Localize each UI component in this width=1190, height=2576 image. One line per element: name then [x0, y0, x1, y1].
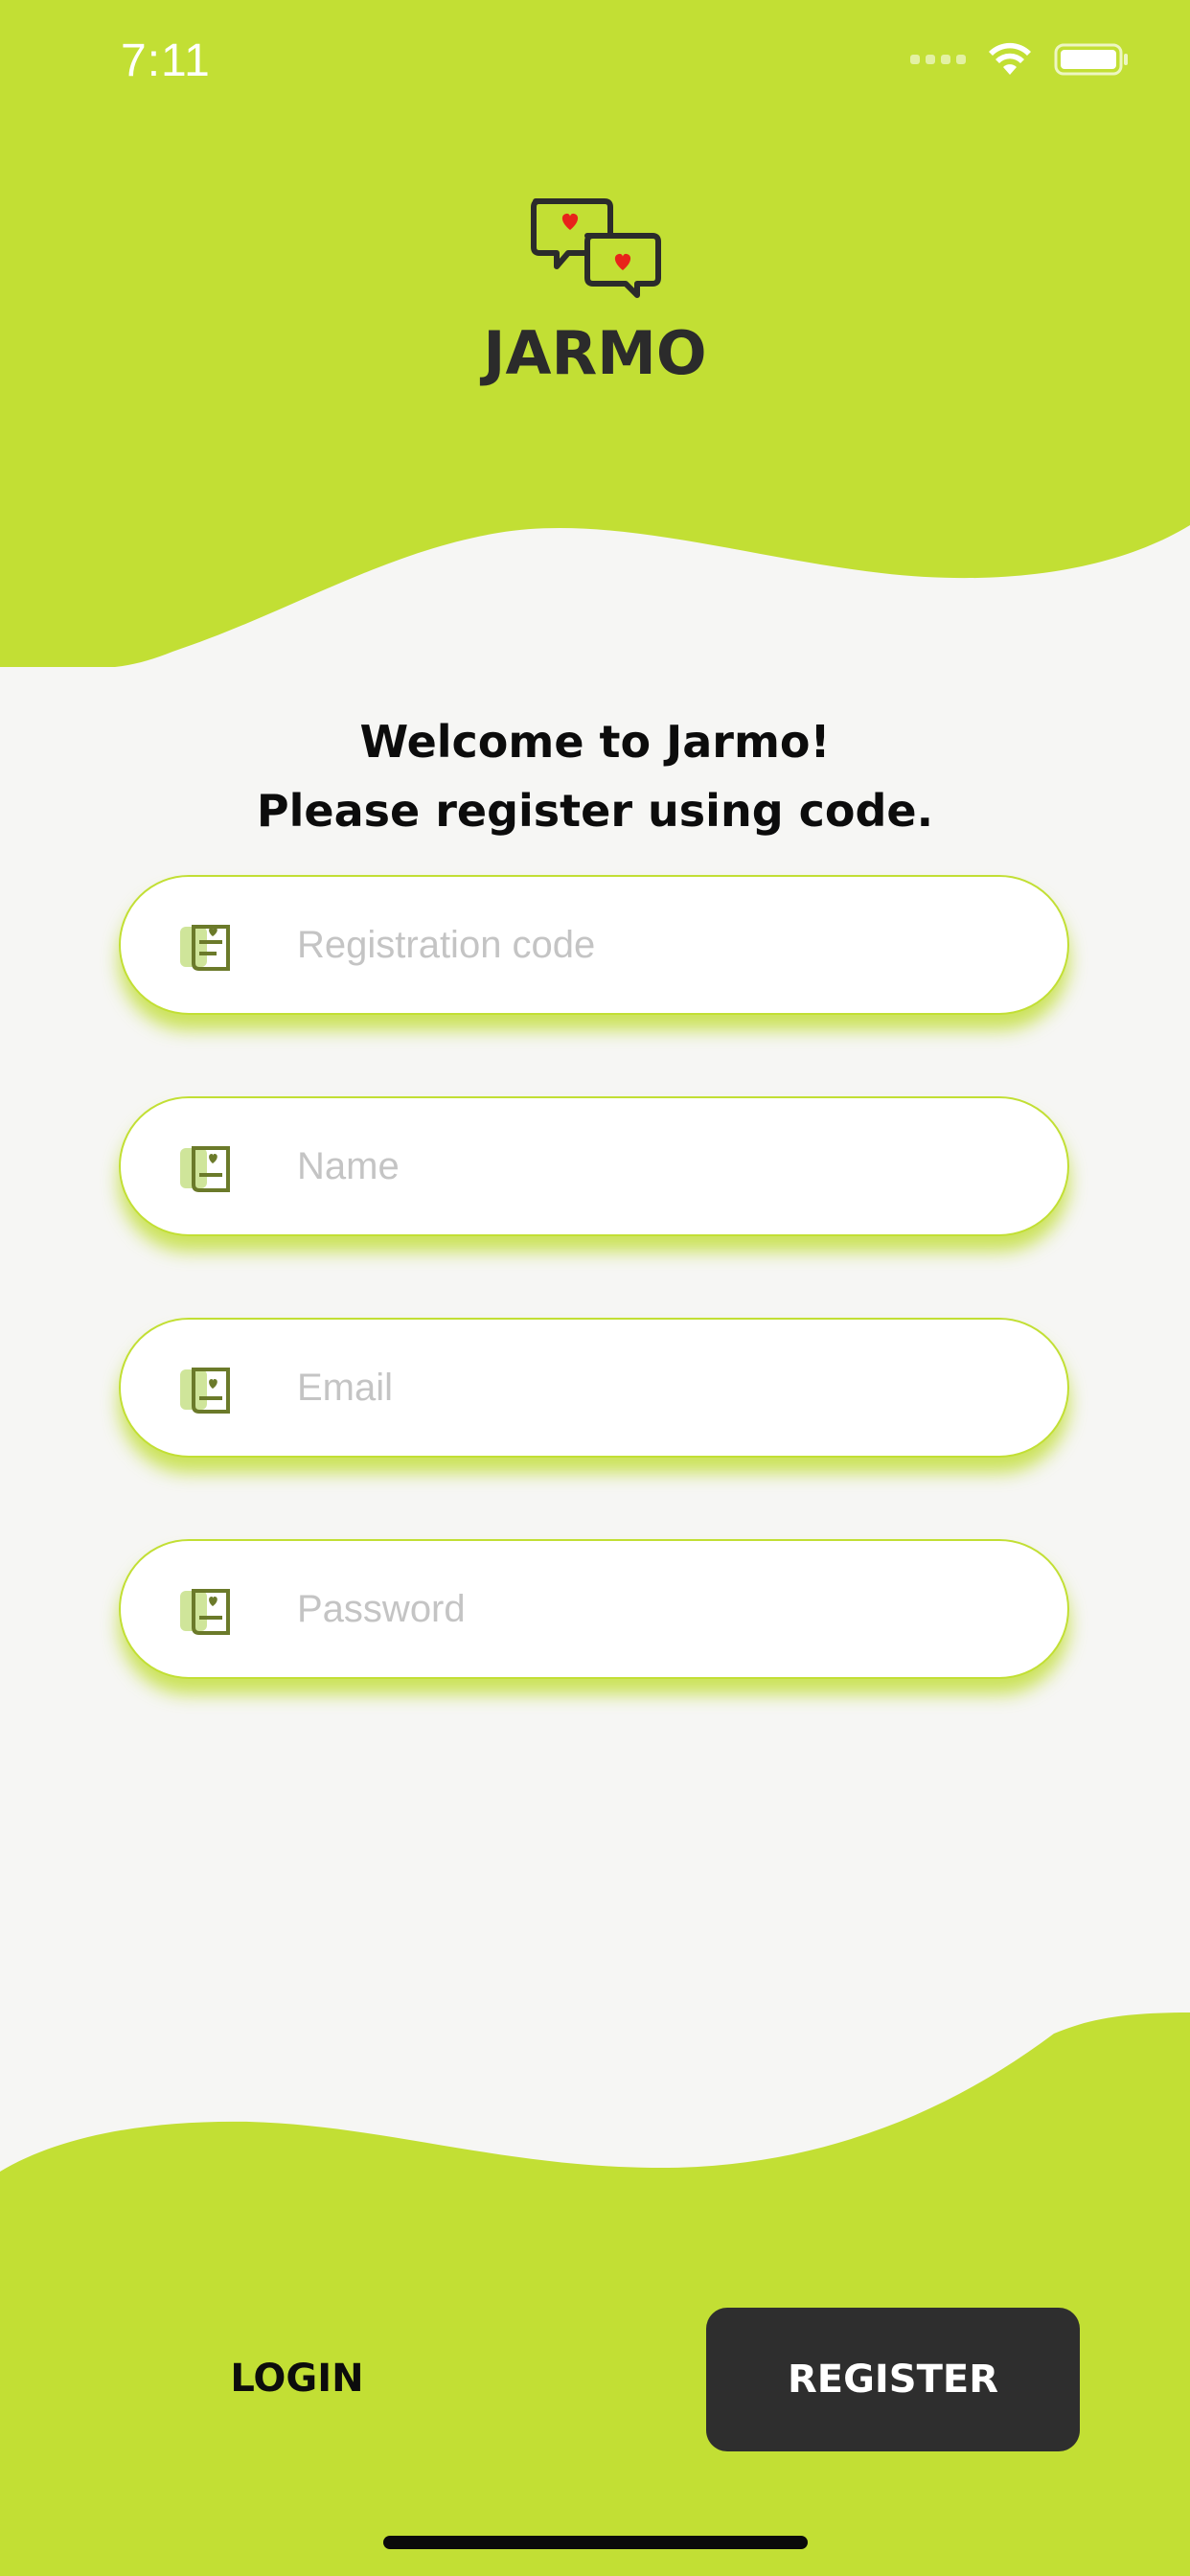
register-button[interactable]: REGISTER: [706, 2308, 1080, 2451]
login-button[interactable]: LOGIN: [192, 2307, 402, 2450]
bottom-wave-background: [0, 2012, 1190, 2576]
code-icon: [180, 925, 230, 971]
cellular-signal-icon: [910, 55, 966, 64]
registration-code-field[interactable]: [119, 875, 1069, 1015]
welcome-title: Welcome to Jarmo!: [359, 716, 831, 768]
name-input[interactable]: [297, 1098, 1025, 1234]
email-field[interactable]: [119, 1318, 1069, 1458]
status-time: 7:11: [121, 35, 211, 86]
register-screen: 7:11 JARMO Welcome to Jarmo! Please regi…: [0, 0, 1190, 2576]
password-field[interactable]: [119, 1539, 1069, 1679]
name-field[interactable]: [119, 1096, 1069, 1236]
welcome-subtitle: Please register using code.: [256, 785, 934, 837]
wifi-icon: [989, 42, 1031, 75]
chat-bubbles-hearts-icon: [531, 198, 661, 298]
welcome-message: Welcome to Jarmo! Please register using …: [0, 707, 1190, 845]
email-icon: [180, 1368, 230, 1414]
email-input[interactable]: [297, 1320, 1025, 1456]
registration-code-input[interactable]: [297, 877, 1025, 1013]
user-icon: [180, 1146, 230, 1192]
status-bar: 7:11: [0, 0, 1190, 134]
status-icons: [910, 42, 1131, 77]
lock-icon: [180, 1589, 230, 1635]
battery-icon: [1054, 43, 1128, 76]
password-input[interactable]: [297, 1541, 1025, 1677]
brand-name: JARMO: [483, 318, 707, 388]
home-indicator: [383, 2536, 808, 2549]
